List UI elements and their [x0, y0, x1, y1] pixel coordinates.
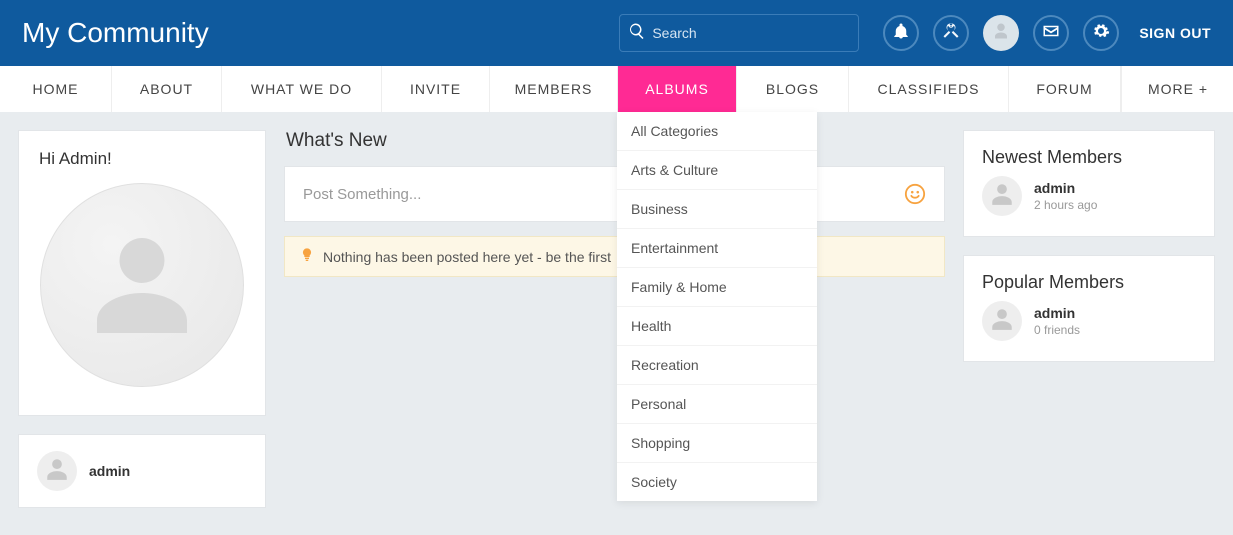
notifications-button[interactable]: [883, 15, 919, 51]
member-subtext: 2 hours ago: [1034, 198, 1097, 212]
empty-feed-notice: Nothing has been posted here yet - be th…: [284, 236, 945, 277]
empty-feed-text: Nothing has been posted here yet - be th…: [323, 249, 611, 265]
member-subtext: 0 friends: [1034, 323, 1080, 337]
search-input[interactable]: [652, 25, 850, 41]
bell-icon: [892, 22, 910, 45]
gear-icon: [1092, 22, 1110, 45]
user-icon: [44, 456, 70, 487]
newest-members-title: Newest Members: [982, 147, 1196, 168]
nav-blogs[interactable]: BLOGS: [737, 66, 849, 112]
nav-invite[interactable]: INVITE: [382, 66, 490, 112]
emoji-icon[interactable]: [904, 183, 926, 205]
dropdown-item-all-categories[interactable]: All Categories: [617, 112, 817, 151]
albums-dropdown: All Categories Arts & Culture Business E…: [617, 112, 817, 501]
dropdown-item-personal[interactable]: Personal: [617, 385, 817, 424]
nav-classifieds[interactable]: CLASSIFIEDS: [849, 66, 1009, 112]
dropdown-item-health[interactable]: Health: [617, 307, 817, 346]
member-row[interactable]: admin 2 hours ago: [982, 168, 1196, 220]
search-icon: [628, 22, 646, 45]
current-user-card[interactable]: admin: [18, 434, 266, 508]
dropdown-item-entertainment[interactable]: Entertainment: [617, 229, 817, 268]
dropdown-item-arts-culture[interactable]: Arts & Culture: [617, 151, 817, 190]
dropdown-item-society[interactable]: Society: [617, 463, 817, 501]
user-icon: [992, 22, 1010, 45]
profile-large-avatar[interactable]: [40, 183, 244, 387]
member-avatar: [982, 176, 1022, 216]
username-label: admin: [89, 463, 130, 479]
messages-button[interactable]: [1033, 15, 1069, 51]
whats-new-title: What's New: [284, 130, 945, 152]
nav-albums[interactable]: ALBUMS: [618, 66, 737, 112]
member-name: admin: [1034, 305, 1080, 321]
small-avatar: [37, 451, 77, 491]
settings-button[interactable]: [1083, 15, 1119, 51]
dropdown-item-shopping[interactable]: Shopping: [617, 424, 817, 463]
greeting-card: Hi Admin!: [18, 130, 266, 416]
tools-icon: [942, 22, 960, 45]
nav-more[interactable]: MORE +: [1121, 66, 1233, 112]
user-icon: [989, 306, 1015, 337]
signout-link[interactable]: SIGN OUT: [1139, 25, 1211, 41]
nav-about[interactable]: ABOUT: [112, 66, 222, 112]
member-avatar: [982, 301, 1022, 341]
member-name: admin: [1034, 180, 1097, 196]
nav-forum[interactable]: FORUM: [1009, 66, 1121, 112]
lightbulb-icon: [299, 247, 315, 266]
dropdown-item-business[interactable]: Business: [617, 190, 817, 229]
user-icon: [989, 181, 1015, 212]
user-silhouette-icon: [82, 223, 202, 348]
nav-home[interactable]: HOME: [0, 66, 112, 112]
post-composer[interactable]: Post Something...: [284, 166, 945, 222]
member-row[interactable]: admin 0 friends: [982, 293, 1196, 345]
site-title[interactable]: My Community: [22, 17, 619, 49]
envelope-icon: [1042, 22, 1060, 45]
dropdown-item-family-home[interactable]: Family & Home: [617, 268, 817, 307]
dropdown-item-recreation[interactable]: Recreation: [617, 346, 817, 385]
nav-what-we-do[interactable]: WHAT WE DO: [222, 66, 382, 112]
popular-members-title: Popular Members: [982, 272, 1196, 293]
nav-members[interactable]: MEMBERS: [490, 66, 618, 112]
profile-avatar-button[interactable]: [983, 15, 1019, 51]
greeting-text: Hi Admin!: [37, 149, 247, 169]
newest-members-card: Newest Members admin 2 hours ago: [963, 130, 1215, 237]
search-box[interactable]: [619, 14, 859, 52]
tools-button[interactable]: [933, 15, 969, 51]
popular-members-card: Popular Members admin 0 friends: [963, 255, 1215, 362]
